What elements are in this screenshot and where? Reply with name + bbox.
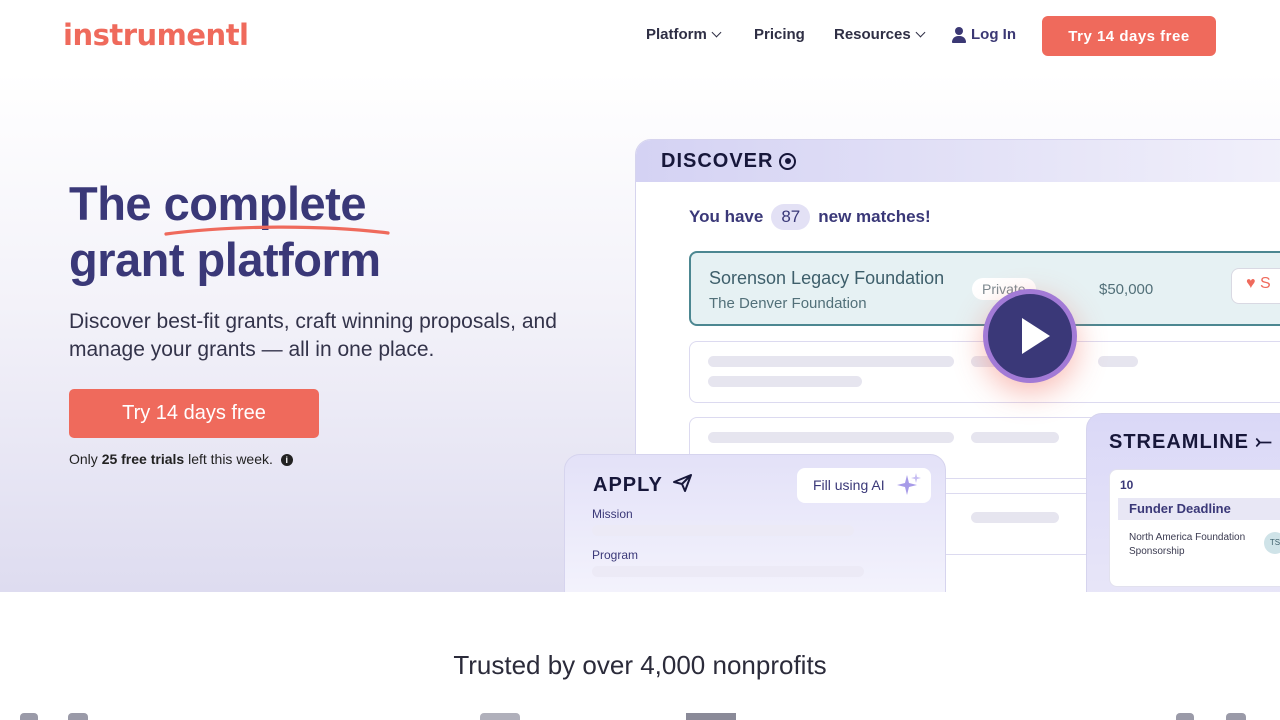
- title-word-complete: complete: [163, 177, 367, 230]
- partner-logo: [480, 713, 520, 720]
- title-line2: grant platform: [69, 233, 381, 286]
- streamline-card: STREAMLINE ⤚ 10 Funder Deadline North Am…: [1086, 413, 1280, 592]
- calendar-panel: 10 Funder Deadline North America Foundat…: [1109, 469, 1280, 587]
- grant-result-row[interactable]: Sorenson Legacy Foundation The Denver Fo…: [689, 251, 1280, 326]
- grant-amount: $50,000: [1099, 281, 1154, 298]
- hero-section: The complete grant platform Discover bes…: [0, 72, 1280, 592]
- save-label: S: [1259, 275, 1271, 292]
- funder-sub: The Denver Foundation: [709, 295, 867, 312]
- streamline-heading: STREAMLINE: [1109, 431, 1249, 453]
- send-icon: [673, 474, 693, 492]
- nav-platform-label: Platform: [646, 26, 707, 43]
- mission-field[interactable]: [592, 525, 854, 536]
- play-video-button[interactable]: [983, 289, 1077, 383]
- streamline-header: STREAMLINE ⤚: [1109, 431, 1273, 454]
- heart-icon: ♥: [1246, 275, 1256, 292]
- underline-swash: [164, 225, 390, 236]
- login-link[interactable]: Log In: [952, 26, 1016, 43]
- nav-resources[interactable]: Resources: [834, 26, 926, 43]
- info-icon[interactable]: i: [280, 454, 293, 466]
- discover-heading: DISCOVER: [661, 149, 774, 172]
- hero-subtitle: Discover best-fit grants, craft winning …: [69, 310, 557, 361]
- title-emphasis: complete: [163, 176, 390, 236]
- partner-logo: [1176, 713, 1194, 720]
- save-button[interactable]: ♥ S: [1231, 268, 1280, 304]
- nav-platform[interactable]: Platform: [646, 26, 722, 43]
- note-prefix: Only: [69, 451, 98, 467]
- trial-note: Only 25 free trials left this week. i: [69, 451, 293, 467]
- funder-deadline: Funder Deadline: [1118, 498, 1280, 520]
- program-field[interactable]: [592, 566, 864, 577]
- discover-header: DISCOVER: [636, 140, 1280, 182]
- matches-suffix: new matches!: [818, 207, 931, 226]
- apply-card: APPLY Fill using AI Mission Program: [564, 454, 946, 592]
- partner-logo: [68, 713, 88, 720]
- page: instrumentl Platform Pricing Resources L…: [0, 0, 1280, 720]
- matches-count-badge: 87: [771, 204, 811, 230]
- partner-logo: [686, 713, 736, 720]
- apply-header: APPLY: [593, 474, 693, 497]
- fill-ai-button[interactable]: Fill using AI: [797, 468, 931, 503]
- nav-resources-label: Resources: [834, 26, 911, 43]
- instrumentl-logo[interactable]: instrumentl: [63, 18, 249, 52]
- hero-title: The complete grant platform: [69, 176, 390, 288]
- target-icon: [779, 152, 797, 170]
- login-label: Log In: [971, 26, 1016, 43]
- avatar: TS: [1264, 532, 1280, 554]
- nav-pricing-label: Pricing: [754, 26, 805, 43]
- header-trial-button[interactable]: Try 14 days free: [1042, 16, 1216, 56]
- matches-prefix: You have: [689, 207, 764, 226]
- sparkle-icon: [897, 473, 921, 495]
- partner-logo: [1226, 713, 1246, 720]
- partner-logo: [20, 713, 38, 720]
- note-suffix: left this week.: [188, 451, 273, 467]
- arrow-merge-icon: ⤚: [1255, 431, 1273, 453]
- apply-heading: APPLY: [593, 474, 663, 496]
- fill-ai-label: Fill using AI: [813, 477, 885, 493]
- hero-trial-button[interactable]: Try 14 days free: [69, 389, 319, 438]
- program-label: Program: [592, 548, 639, 562]
- funder-name: Sorenson Legacy Foundation: [709, 268, 945, 288]
- nav-pricing[interactable]: Pricing: [754, 26, 805, 43]
- calendar-item[interactable]: North America Foundation Sponsorship: [1129, 531, 1259, 559]
- mission-label: Mission: [592, 507, 633, 521]
- user-icon: [952, 26, 966, 43]
- trusted-heading: Trusted by over 4,000 nonprofits: [453, 650, 827, 680]
- note-bold: 25 free trials: [101, 451, 185, 467]
- top-nav: instrumentl Platform Pricing Resources L…: [0, 0, 1280, 72]
- chevron-down-icon: [915, 27, 926, 38]
- chevron-down-icon: [711, 27, 722, 38]
- matches-line: You have 87 new matches!: [689, 204, 931, 230]
- calendar-day: 10: [1120, 478, 1134, 492]
- title-word-the: The: [69, 177, 152, 230]
